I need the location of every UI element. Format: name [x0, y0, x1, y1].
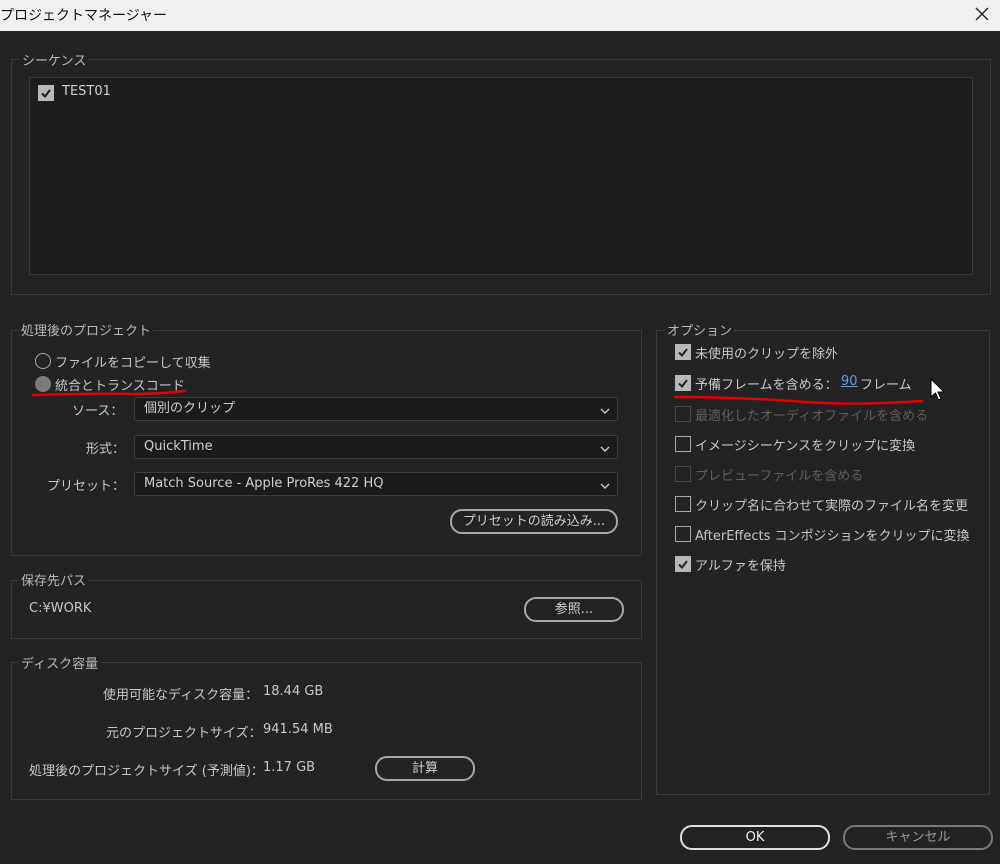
disk-space-label: ディスク容量: [19, 653, 101, 672]
chevron-down-icon: [599, 403, 611, 415]
sequence-section-label: シーケンス: [20, 50, 89, 69]
estimated-size-label: 処理後のプロジェクトサイズ (予測値)：: [29, 764, 264, 779]
preview-files-checkbox[interactable]: [675, 466, 691, 482]
after-effects-checkbox[interactable]: [675, 526, 691, 542]
chevron-down-icon: [599, 478, 611, 490]
preview-files-label: プレビューファイルを含める: [695, 469, 864, 484]
processed-project-label: 処理後のプロジェクト: [19, 320, 154, 339]
preserve-alpha-label[interactable]: アルファを保持: [695, 555, 786, 574]
load-preset-button[interactable]: プリセットの読み込み...: [450, 509, 618, 534]
sequence-checkbox[interactable]: [38, 85, 54, 101]
available-space-value: 18.44 GB: [263, 684, 324, 699]
image-sequence-label[interactable]: イメージシーケンスをクリップに変換: [695, 435, 915, 454]
available-space-label: 使用可能なディスク容量：: [103, 688, 259, 703]
format-select-value: QuickTime: [144, 439, 213, 454]
calculate-button[interactable]: 計算: [375, 756, 475, 781]
after-effects-label[interactable]: AfterEffects コンポジションをクリップに変換: [695, 525, 970, 544]
sequence-name: TEST01: [62, 84, 111, 99]
handle-frames-unit: フレーム: [860, 378, 912, 393]
preset-select-value: Match Source - Apple ProRes 422 HQ: [144, 476, 384, 491]
estimated-size-value: 1.17 GB: [263, 760, 316, 775]
cancel-button[interactable]: キャンセル: [843, 825, 993, 850]
destination-label: 保存先パス: [19, 570, 89, 589]
image-sequence-checkbox[interactable]: [675, 436, 691, 452]
optimized-audio-checkbox[interactable]: [675, 406, 691, 422]
consolidate-radio-label[interactable]: 統合とトランスコード: [55, 375, 185, 394]
original-size-value: 941.54 MB: [263, 722, 333, 737]
chevron-down-icon: [599, 441, 611, 453]
copy-radio-label[interactable]: ファイルをコピーして収集: [55, 352, 211, 371]
preset-label: プリセット：: [47, 479, 126, 494]
consolidate-radio[interactable]: [35, 376, 51, 392]
original-size-label: 元のプロジェクトサイズ：: [106, 726, 262, 741]
rename-files-checkbox[interactable]: [675, 496, 691, 512]
handle-frames-label[interactable]: 予備フレームを含める：: [695, 374, 838, 393]
preset-select[interactable]: Match Source - Apple ProRes 422 HQ: [134, 472, 618, 496]
destination-path: C:¥WORK: [29, 601, 92, 616]
format-select[interactable]: QuickTime: [134, 435, 618, 459]
sequence-list[interactable]: TEST01: [29, 77, 973, 275]
close-icon[interactable]: [970, 2, 994, 26]
ok-button[interactable]: OK: [680, 825, 830, 850]
browse-button[interactable]: 参照...: [524, 597, 624, 622]
exclude-unused-label[interactable]: 未使用のクリップを除外: [695, 343, 838, 362]
window-title: プロジェクトマネージャー: [0, 8, 168, 24]
title-bar: プロジェクトマネージャー: [0, 0, 1000, 31]
options-label: オプション: [665, 320, 735, 339]
preserve-alpha-checkbox[interactable]: [675, 556, 691, 572]
exclude-unused-checkbox[interactable]: [675, 344, 691, 360]
handle-frames-checkbox[interactable]: [675, 375, 691, 391]
source-label: ソース：: [72, 404, 124, 419]
source-select-value: 個別のクリップ: [144, 401, 236, 416]
copy-radio[interactable]: [35, 353, 51, 369]
optimized-audio-label: 最適化したオーディオファイルを含める: [695, 409, 929, 424]
source-select[interactable]: 個別のクリップ: [134, 397, 618, 421]
format-label: 形式：: [86, 442, 126, 457]
handle-frames-input[interactable]: 90: [841, 374, 858, 389]
rename-files-label[interactable]: クリップ名に合わせて実際のファイル名を変更: [695, 495, 968, 514]
